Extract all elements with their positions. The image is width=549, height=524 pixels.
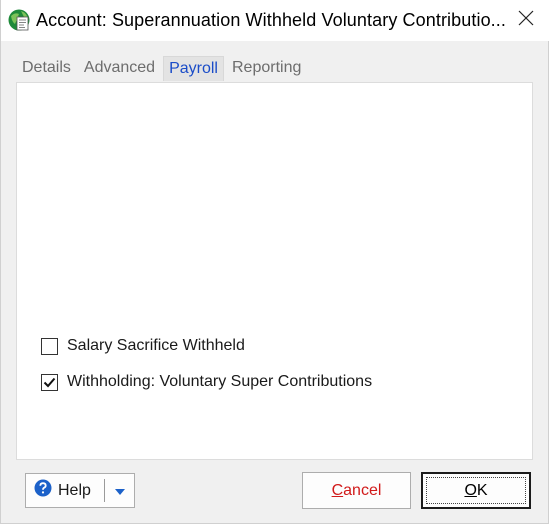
help-split-button: Help: [25, 473, 135, 508]
tab-advanced[interactable]: Advanced: [79, 56, 160, 80]
tab-payroll[interactable]: Payroll: [163, 56, 224, 81]
focus-rectangle: [426, 477, 526, 504]
voluntary-super-checkbox-row[interactable]: Withholding: Voluntary Super Contributio…: [41, 373, 372, 391]
window-title: Account: Superannuation Withheld Volunta…: [36, 10, 506, 30]
ok-button[interactable]: OK: [421, 472, 531, 509]
dropdown-arrow-icon: [114, 482, 125, 500]
tab-strip: Details Advanced Payroll Reporting: [17, 56, 309, 82]
cancel-label: Cancel: [331, 481, 382, 499]
help-button[interactable]: Help: [26, 474, 104, 507]
help-circle-icon: [34, 479, 52, 502]
help-label: Help: [58, 481, 91, 499]
salary-sacrifice-checkbox[interactable]: [41, 337, 58, 355]
cancel-button[interactable]: Cancel: [302, 472, 411, 509]
voluntary-super-label: Withholding: Voluntary Super Contributio…: [67, 373, 373, 390]
account-globe-icon: [7, 8, 31, 32]
close-button[interactable]: [501, 0, 549, 41]
dialog-window: Account: Superannuation Withheld Volunta…: [0, 0, 549, 524]
tab-reporting[interactable]: Reporting: [227, 56, 306, 80]
salary-sacrifice-label: Salary Sacrifice Withheld: [67, 337, 245, 354]
voluntary-super-checkbox[interactable]: [41, 373, 58, 391]
checkmark-icon: [43, 377, 56, 387]
help-dropdown-button[interactable]: [105, 474, 134, 507]
title-bar: Account: Superannuation Withheld Volunta…: [1, 0, 549, 41]
payroll-panel: Salary Sacrifice Withheld Withholding: V…: [16, 82, 533, 460]
tab-details[interactable]: Details: [17, 56, 76, 80]
salary-sacrifice-checkbox-row[interactable]: Salary Sacrifice Withheld: [41, 337, 245, 355]
close-icon: [518, 10, 534, 31]
